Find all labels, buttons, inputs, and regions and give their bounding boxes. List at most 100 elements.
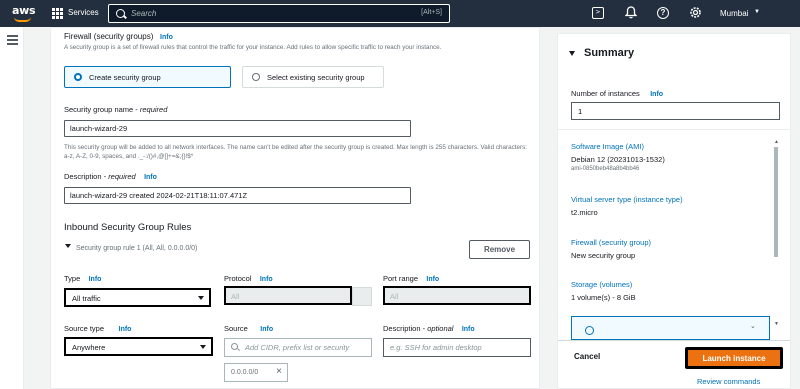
type-select[interactable]: All traffic xyxy=(64,288,211,307)
source-type-info-link[interactable]: Info xyxy=(119,326,132,333)
required-tag: required xyxy=(139,105,168,114)
create-security-group-label: Create security group xyxy=(89,73,161,82)
port-range-label-text: Port range xyxy=(383,274,419,283)
source-cidr-input[interactable] xyxy=(224,338,372,357)
bell-icon[interactable] xyxy=(624,6,638,20)
select-existing-label: Select existing security group xyxy=(267,73,365,82)
rule-description-info-link[interactable]: Info xyxy=(462,326,475,333)
region-selector[interactable]: Mumbai xyxy=(720,9,748,18)
select-existing-security-group-option[interactable]: Select existing security group xyxy=(242,66,384,88)
sg-description-label: Description - required Info xyxy=(64,172,157,181)
search-input[interactable] xyxy=(131,7,381,20)
info-icon xyxy=(585,326,594,335)
aws-smile-icon xyxy=(14,17,31,22)
source-label-text: Source xyxy=(224,324,248,333)
source-type-label-text: Source type xyxy=(64,324,105,333)
summary-storage: Storage (volumes) 1 volume(s) - 8 GiB xyxy=(571,280,766,302)
divider xyxy=(558,340,790,341)
caret-down-icon[interactable] xyxy=(65,244,71,248)
search-icon xyxy=(231,343,238,350)
services-grid-icon[interactable] xyxy=(52,8,63,19)
sg-name-input[interactable] xyxy=(64,120,411,137)
caret-down-icon[interactable] xyxy=(569,51,575,56)
sg-description-input[interactable] xyxy=(64,187,411,204)
protocol-info-link[interactable]: Info xyxy=(260,276,273,283)
optional-tag: optional xyxy=(427,324,454,333)
firewall-description: A security group is a set of firewall ru… xyxy=(64,44,442,51)
search-icon xyxy=(116,9,125,18)
radio-unselected-icon[interactable] xyxy=(252,73,260,81)
ami-id: ami-0850beb48a8b4bb46 xyxy=(571,166,640,172)
aws-logo[interactable]: aws xyxy=(12,4,36,23)
inbound-rules-title: Inbound Security Group Rules xyxy=(64,222,192,233)
type-info-link[interactable]: Info xyxy=(89,276,102,283)
gear-icon[interactable] xyxy=(688,6,702,20)
summary-firewall: Firewall (security group) New security g… xyxy=(571,238,766,260)
sg-name-label-text: Security group name xyxy=(64,105,134,114)
services-menu[interactable]: Services xyxy=(68,8,99,17)
firewall-value: New security group xyxy=(571,251,636,260)
ami-link[interactable]: Software Image (AMI) xyxy=(571,142,766,151)
launch-instance-button[interactable]: Launch instance xyxy=(685,347,783,369)
summary-panel: Summary Number of instances Info Softwar… xyxy=(557,33,791,389)
firewall-link[interactable]: Firewall (security group) xyxy=(571,238,766,247)
aws-logo-text: aws xyxy=(12,4,36,17)
instance-type-link[interactable]: Virtual server type (instance type) xyxy=(571,195,766,204)
sg-name-hint: This security group will be added to all… xyxy=(64,144,527,160)
firewall-info-link[interactable]: Info xyxy=(160,34,173,41)
security-group-rule-label[interactable]: Security group rule 1 (All, All, 0.0.0.0… xyxy=(76,245,197,252)
firewall-title: Firewall (security groups) xyxy=(64,32,154,41)
summary-ami: Software Image (AMI) Debian 12 (20231013… xyxy=(571,142,766,172)
rule-description-label-text: Description xyxy=(383,324,421,333)
remove-rule-button[interactable]: Remove xyxy=(469,240,530,259)
source-info-link[interactable]: Info xyxy=(260,326,273,333)
divider xyxy=(558,129,790,130)
number-of-instances-label-text: Number of instances xyxy=(571,89,640,98)
cidr-token: 0.0.0.0/0 × xyxy=(224,363,288,382)
radio-selected-icon[interactable] xyxy=(74,73,82,81)
chevron-down-icon[interactable]: ⌄ xyxy=(750,322,756,330)
port-range-label: Port range Info xyxy=(383,274,439,283)
free-tier-info-card[interactable]: ⌄ xyxy=(571,316,770,340)
instance-type-value: t2.micro xyxy=(571,208,598,217)
close-icon[interactable]: × xyxy=(276,366,282,377)
type-label-text: Type xyxy=(64,274,81,283)
create-security-group-option[interactable]: Create security group xyxy=(64,66,231,88)
rule-description-input[interactable] xyxy=(383,338,531,357)
cancel-button[interactable]: Cancel xyxy=(574,352,600,361)
top-nav-bar: aws Services [Alt+S] > ? Mumbai ▼ xyxy=(0,0,800,27)
review-commands-link[interactable]: Review commands xyxy=(697,377,760,386)
storage-value: 1 volume(s) - 8 GiB xyxy=(571,293,636,302)
left-rail xyxy=(0,27,24,389)
network-settings-panel: Firewall (security groups) Info A securi… xyxy=(50,27,540,389)
cloudshell-icon[interactable]: > xyxy=(592,7,604,19)
scroll-thumb[interactable] xyxy=(774,147,778,257)
sg-name-label: Security group name - required xyxy=(64,105,168,114)
protocol-label: Protocol Info xyxy=(224,274,273,283)
type-select-value: All traffic xyxy=(72,294,101,303)
search-shortcut-hint: [Alt+S] xyxy=(421,9,442,16)
scroll-up-icon[interactable]: ▲ xyxy=(774,139,779,145)
summary-scrollbar[interactable]: ▲ ▼ xyxy=(773,139,780,329)
number-of-instances-input[interactable] xyxy=(571,102,780,120)
source-label: Source Info xyxy=(224,324,273,333)
menu-icon[interactable] xyxy=(7,35,18,45)
help-icon[interactable]: ? xyxy=(657,7,669,19)
protocol-field: All xyxy=(224,286,352,305)
scroll-down-icon[interactable]: ▼ xyxy=(774,321,779,327)
rule-description-label: Description - optional Info xyxy=(383,324,475,333)
source-type-label: Source type Info xyxy=(64,324,131,333)
storage-link[interactable]: Storage (volumes) xyxy=(571,280,766,289)
firewall-heading: Firewall (security groups) Info xyxy=(64,32,173,41)
caret-down-icon xyxy=(200,345,206,349)
summary-title: Summary xyxy=(584,47,635,59)
protocol-field-edge xyxy=(352,287,372,306)
sg-description-label-text: Description xyxy=(64,172,102,181)
cidr-token-value: 0.0.0.0/0 xyxy=(231,369,259,376)
number-of-instances-label: Number of instances Info xyxy=(571,89,663,98)
source-type-select[interactable]: Anywhere xyxy=(64,337,213,356)
port-range-info-link[interactable]: Info xyxy=(426,276,439,283)
sg-description-info-link[interactable]: Info xyxy=(144,174,157,181)
instances-info-link[interactable]: Info xyxy=(650,91,663,98)
global-search[interactable]: [Alt+S] xyxy=(108,4,450,23)
